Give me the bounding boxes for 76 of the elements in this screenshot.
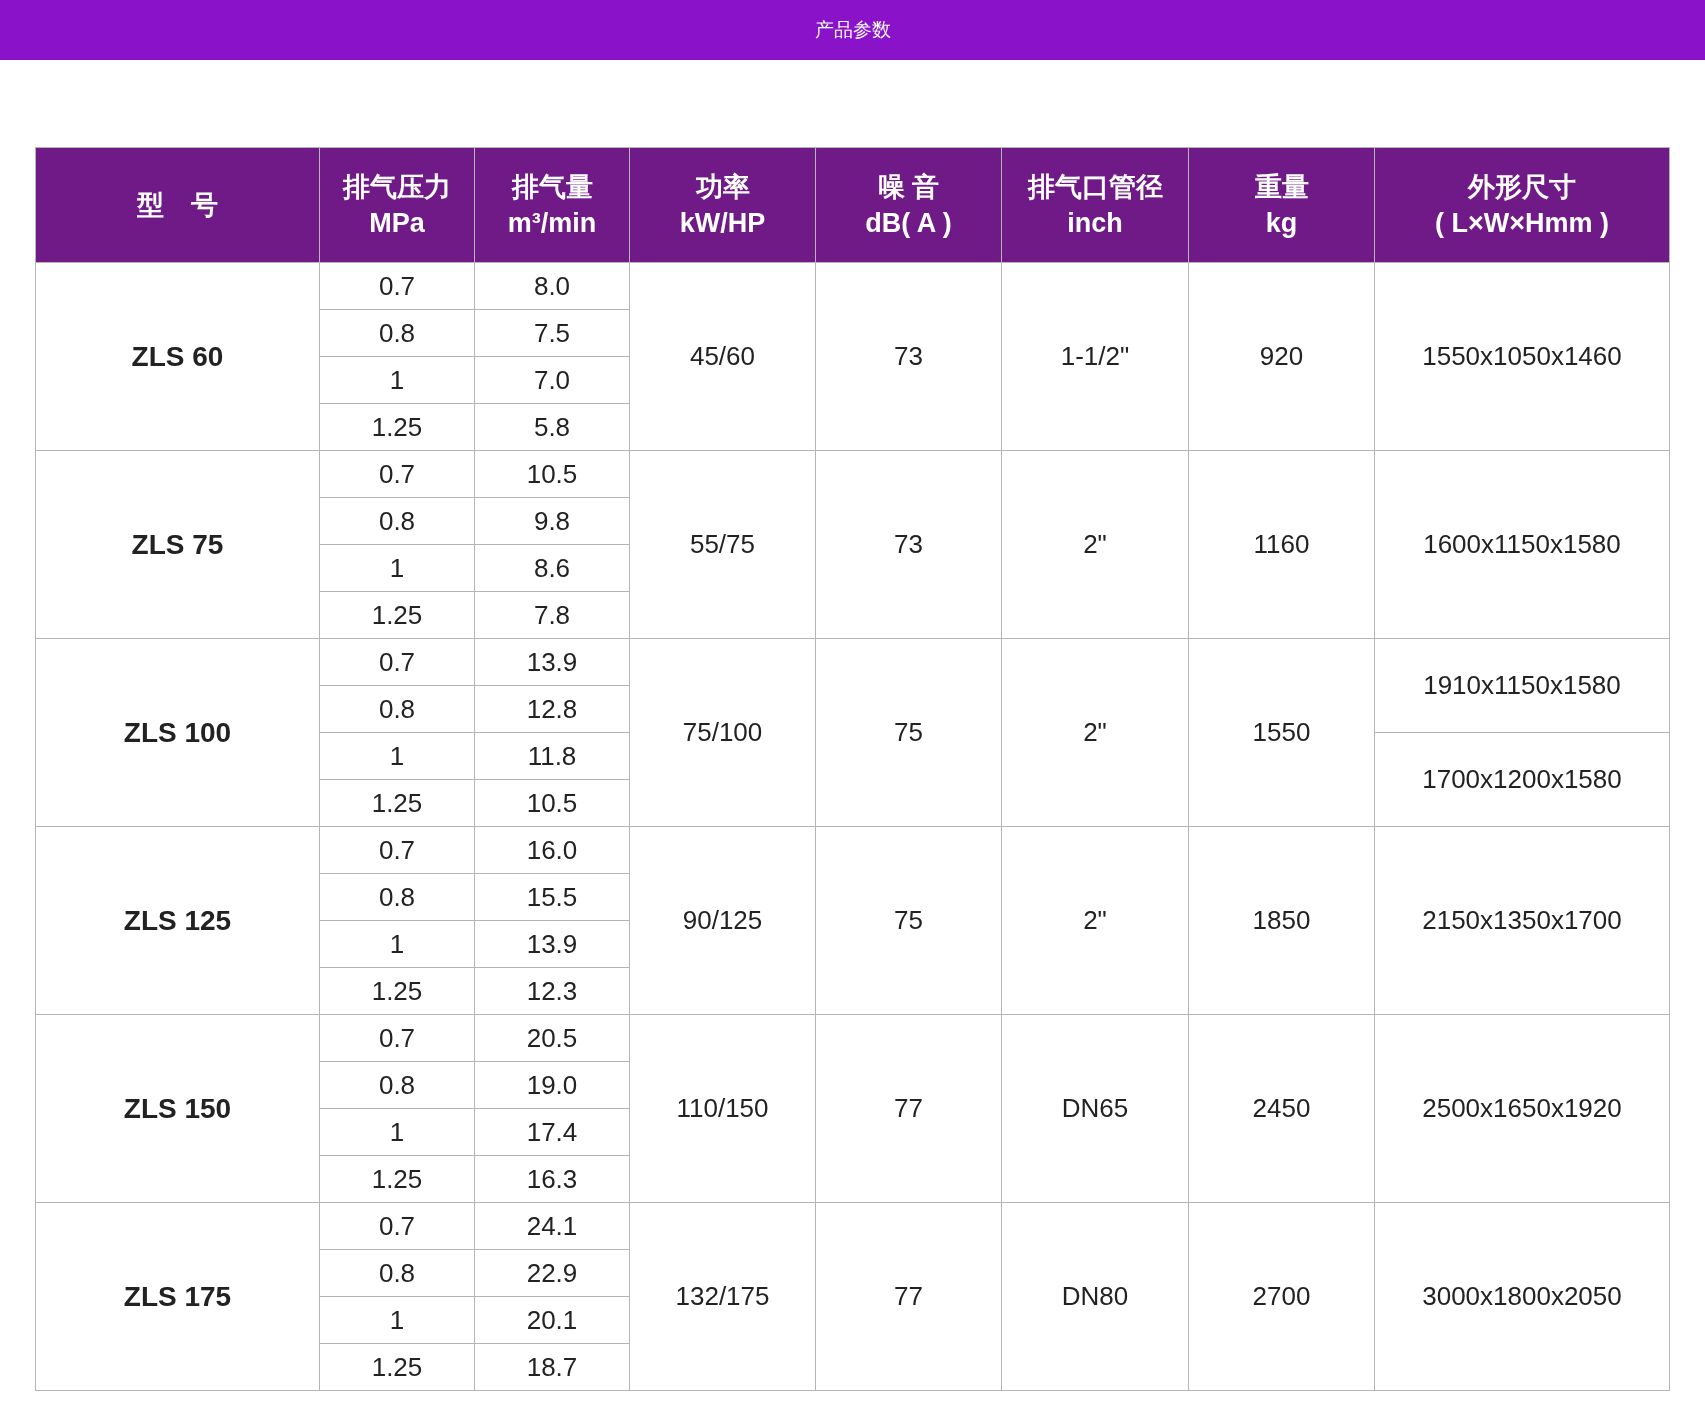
pressure-cell: 0.8	[319, 1249, 475, 1297]
pressure-cell: 0.8	[319, 1061, 475, 1109]
air-flow-cell: 13.9	[474, 638, 630, 686]
column-header: 噪 音 dB( A )	[815, 147, 1002, 263]
power-cell: 132/175	[629, 1202, 816, 1391]
pressure-cell: 1	[319, 356, 475, 404]
weight-cell: 920	[1188, 262, 1375, 451]
pressure-cell: 0.7	[319, 262, 475, 310]
pressure-cell: 1.25	[319, 591, 475, 639]
air-flow-cell: 20.5	[474, 1014, 630, 1062]
column-header: 重量 kg	[1188, 147, 1375, 263]
weight-cell: 1550	[1188, 638, 1375, 827]
pressure-cell: 0.7	[319, 826, 475, 874]
air-flow-cell: 8.0	[474, 262, 630, 310]
noise-cell: 77	[815, 1014, 1002, 1203]
pressure-cell: 0.8	[319, 497, 475, 545]
column-header: 功率 kW/HP	[629, 147, 816, 263]
pressure-cell: 0.8	[319, 685, 475, 733]
outlet-cell: DN80	[1001, 1202, 1189, 1391]
power-cell: 75/100	[629, 638, 816, 827]
air-flow-cell: 24.1	[474, 1202, 630, 1250]
pressure-cell: 0.7	[319, 1202, 475, 1250]
model-cell: ZLS 150	[35, 1014, 320, 1203]
pressure-cell: 0.8	[319, 873, 475, 921]
power-cell: 110/150	[629, 1014, 816, 1203]
air-flow-cell: 10.5	[474, 450, 630, 498]
model-cell: ZLS 60	[35, 262, 320, 451]
outlet-cell: 2"	[1001, 450, 1189, 639]
column-header: 外形尺寸 ( L×W×Hmm )	[1374, 147, 1670, 263]
power-cell: 45/60	[629, 262, 816, 451]
weight-cell: 2450	[1188, 1014, 1375, 1203]
dimensions-cell: 2150x1350x1700	[1374, 826, 1670, 1015]
weight-cell: 1850	[1188, 826, 1375, 1015]
pressure-cell: 1	[319, 1108, 475, 1156]
pressure-cell: 1.25	[319, 403, 475, 451]
model-cell: ZLS 100	[35, 638, 320, 827]
noise-cell: 75	[815, 826, 1002, 1015]
model-cell: ZLS 75	[35, 450, 320, 639]
dimensions-cell: 1600x1150x1580	[1374, 450, 1670, 639]
pressure-cell: 0.7	[319, 450, 475, 498]
power-cell: 90/125	[629, 826, 816, 1015]
weight-cell: 2700	[1188, 1202, 1375, 1391]
noise-cell: 73	[815, 450, 1002, 639]
pressure-cell: 1.25	[319, 967, 475, 1015]
dimensions-cell: 1550x1050x1460	[1374, 262, 1670, 451]
column-header: 排气量 m³/min	[474, 147, 630, 263]
pressure-cell: 1	[319, 544, 475, 592]
column-header: 型 号	[35, 147, 320, 263]
noise-cell: 73	[815, 262, 1002, 451]
page-title: 产品参数	[814, 17, 891, 42]
dimensions-cell: 3000x1800x2050	[1374, 1202, 1670, 1391]
column-header: 排气口管径 inch	[1001, 147, 1189, 263]
outlet-cell: 2"	[1001, 638, 1189, 827]
pressure-cell: 1.25	[319, 1343, 475, 1391]
column-header: 排气压力 MPa	[319, 147, 475, 263]
air-flow-cell: 16.0	[474, 826, 630, 874]
outlet-cell: 1-1/2"	[1001, 262, 1189, 451]
pressure-cell: 1.25	[319, 1155, 475, 1203]
pressure-cell: 0.7	[319, 638, 475, 686]
pressure-cell: 1	[319, 1296, 475, 1344]
dimensions-cell: 1910x1150x1580	[1374, 638, 1670, 733]
power-cell: 55/75	[629, 450, 816, 639]
pressure-cell: 1	[319, 920, 475, 968]
noise-cell: 77	[815, 1202, 1002, 1391]
weight-cell: 1160	[1188, 450, 1375, 639]
outlet-cell: 2"	[1001, 826, 1189, 1015]
pressure-cell: 0.7	[319, 1014, 475, 1062]
outlet-cell: DN65	[1001, 1014, 1189, 1203]
model-cell: ZLS 175	[35, 1202, 320, 1391]
pressure-cell: 1	[319, 732, 475, 780]
pressure-cell: 0.8	[319, 309, 475, 357]
dimensions-cell: 1700x1200x1580	[1374, 732, 1670, 827]
dimensions-cell: 2500x1650x1920	[1374, 1014, 1670, 1203]
pressure-cell: 1.25	[319, 779, 475, 827]
model-cell: ZLS 125	[35, 826, 320, 1015]
noise-cell: 75	[815, 638, 1002, 827]
